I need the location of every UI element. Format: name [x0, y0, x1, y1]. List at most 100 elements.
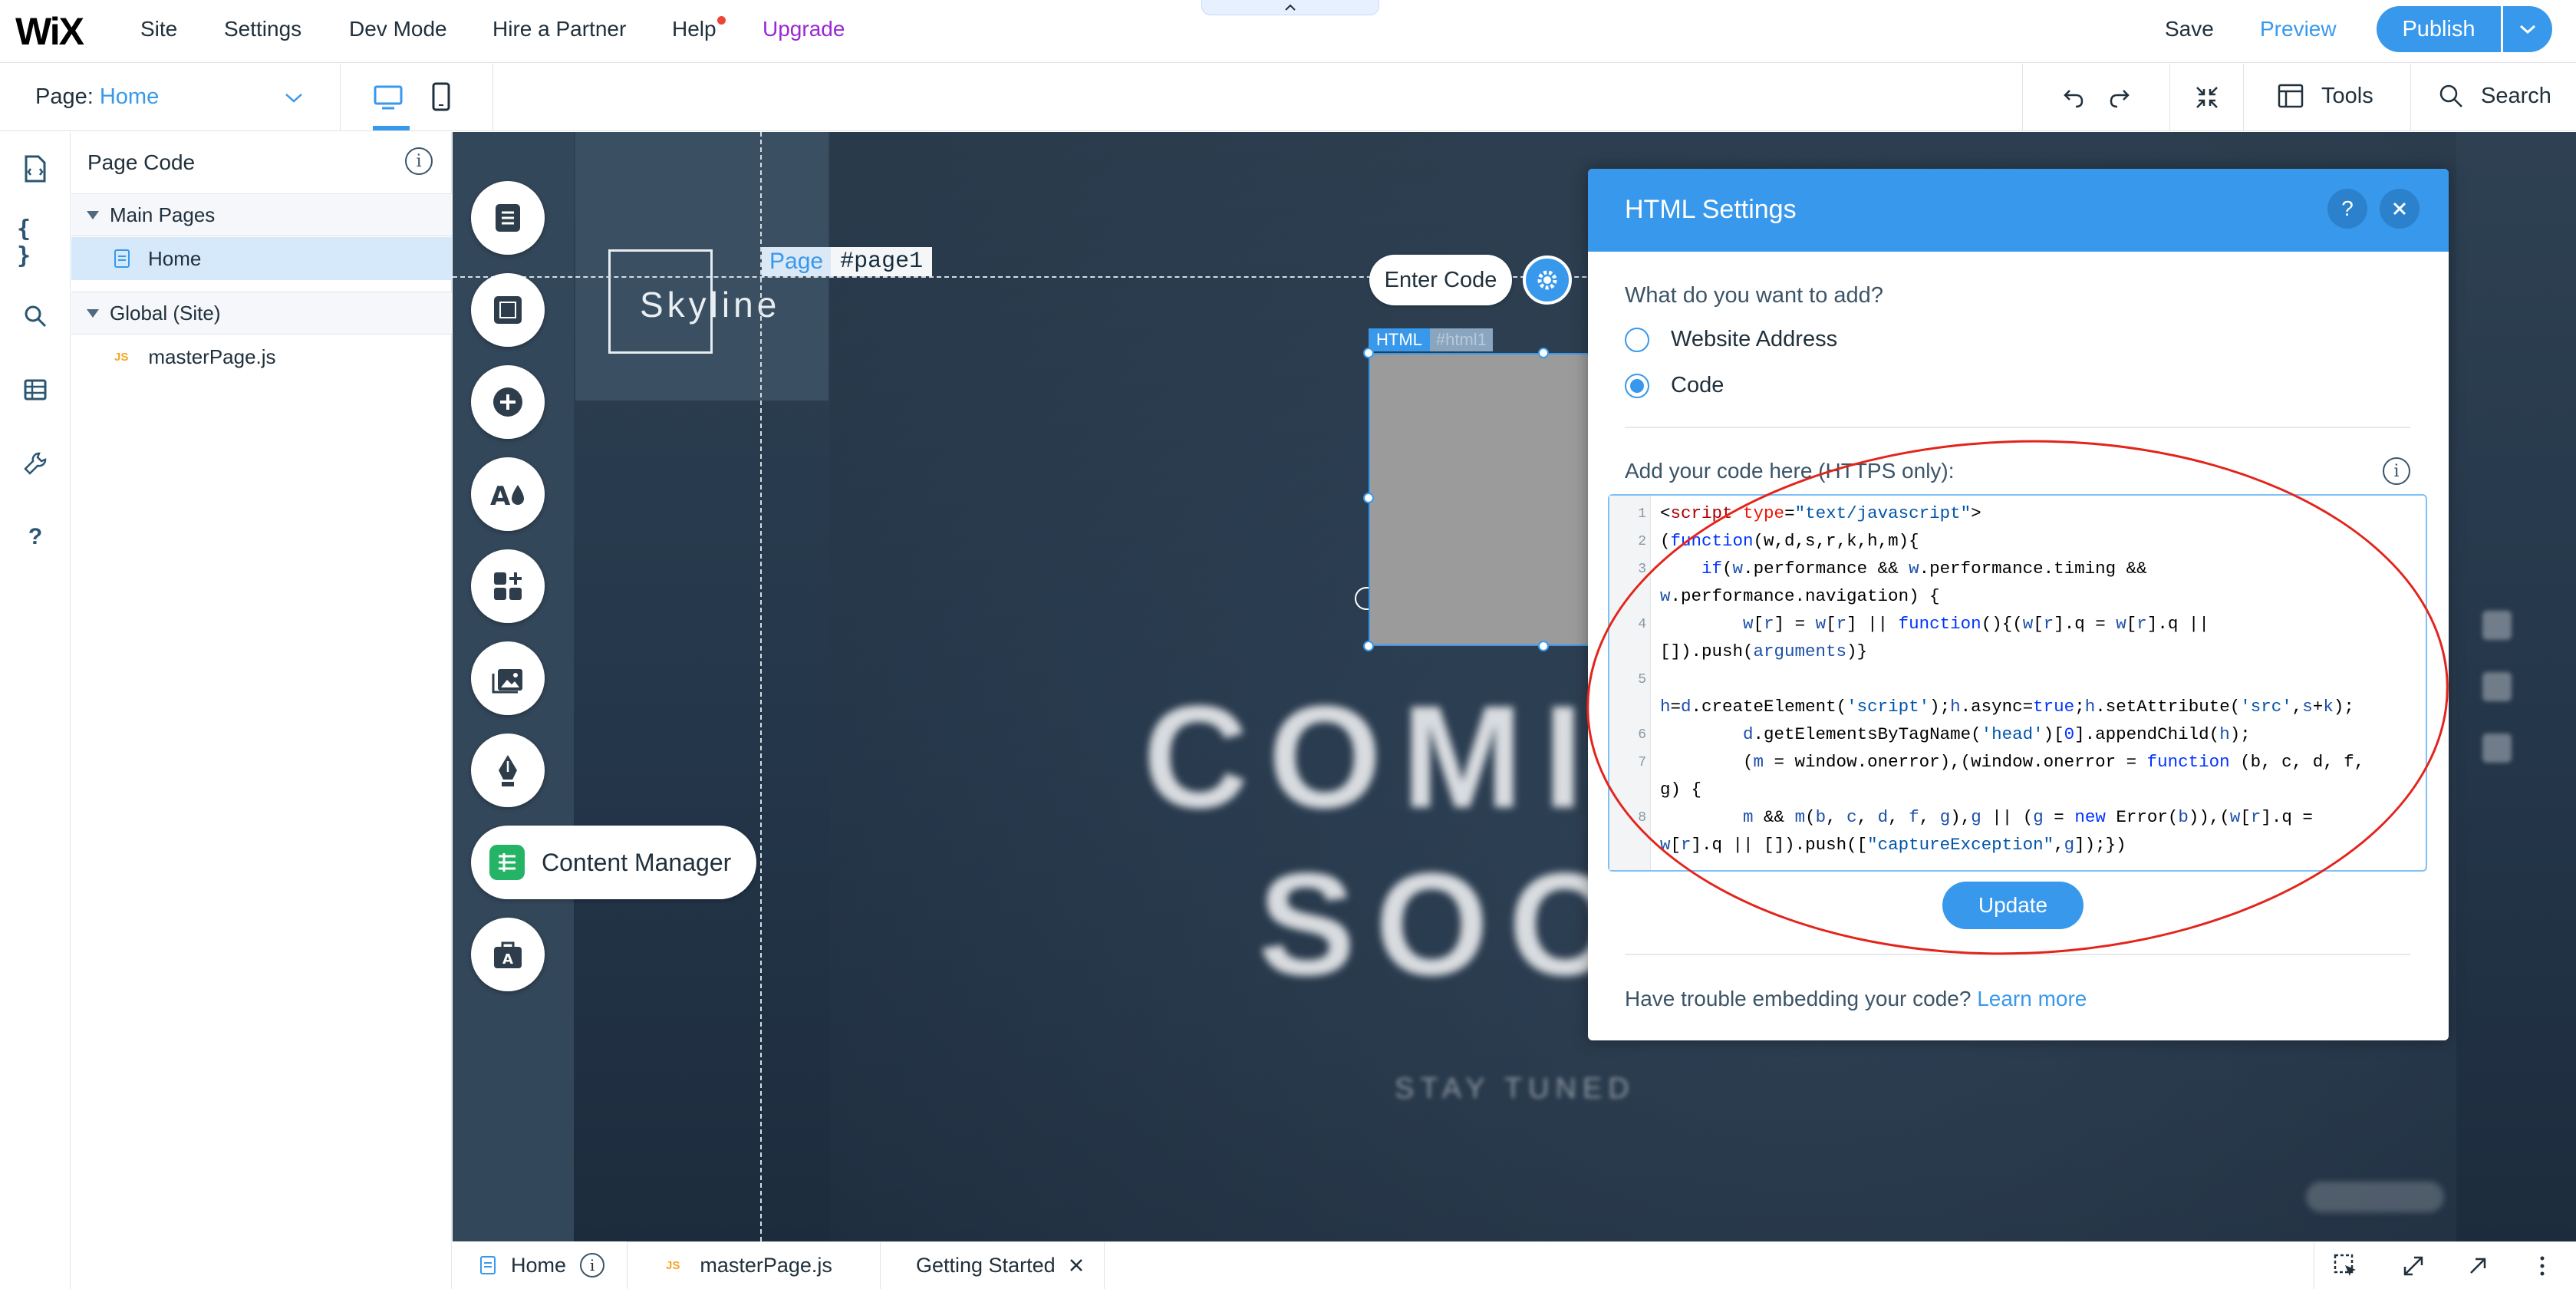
divider [2169, 64, 2170, 131]
menu-dev-mode[interactable]: Dev Mode [349, 17, 447, 41]
option-code-label: Code [1671, 373, 1724, 397]
html-embed-element[interactable] [1369, 353, 1591, 646]
radio-code[interactable] [1625, 373, 1649, 398]
tab-getting-started-label: Getting Started [916, 1253, 1056, 1277]
more-options-icon[interactable] [2528, 1252, 2556, 1280]
layout-guide [760, 132, 762, 1241]
undo-icon[interactable] [2062, 86, 2085, 109]
social-icon [2482, 672, 2512, 701]
radio-website-address[interactable] [1625, 327, 1649, 352]
page-selector-value: Home [99, 84, 160, 109]
tools-button[interactable]: Tools [2277, 83, 2373, 109]
search-label: Search [2481, 83, 2551, 108]
divider [2022, 64, 2023, 131]
hero-headline-line1[interactable]: COMI [1143, 674, 1603, 841]
tab-masterpage[interactable]: JS masterPage.js [628, 1241, 881, 1289]
active-view-indicator [373, 126, 410, 130]
business-button[interactable]: A [471, 918, 545, 991]
database-icon[interactable] [17, 371, 54, 408]
dialog-help-button[interactable]: ? [2327, 189, 2367, 229]
desktop-view-icon[interactable] [373, 84, 404, 110]
search-button[interactable]: Search [2438, 83, 2551, 109]
media-button[interactable] [471, 641, 545, 715]
zoom-out-icon[interactable] [2194, 84, 2220, 110]
dialog-title: HTML Settings [1625, 195, 1797, 224]
page-selector[interactable]: Page: Home [35, 84, 159, 110]
tab-getting-started[interactable]: Getting Started [881, 1241, 1105, 1289]
gear-icon [1537, 270, 1557, 290]
add-type-question: What do you want to add? [1625, 283, 1883, 308]
menu-site[interactable]: Site [140, 17, 177, 41]
tab-home[interactable]: Home i [453, 1241, 628, 1289]
page-selector-label: Page: [35, 84, 94, 109]
open-external-icon[interactable] [2464, 1252, 2492, 1280]
info-icon[interactable]: i [580, 1253, 605, 1277]
mobile-view-icon[interactable] [431, 81, 451, 112]
chevron-down-icon[interactable] [284, 92, 304, 104]
panel-title: Page Code [87, 150, 196, 174]
enter-code-button[interactable]: Enter Code [1369, 255, 1512, 305]
code-braces-icon[interactable]: { } [17, 216, 54, 269]
resize-handle[interactable] [1363, 348, 1374, 358]
preview-button[interactable]: Preview [2260, 17, 2337, 41]
help-footer: Have trouble embedding your code? Learn … [1625, 987, 2087, 1011]
menu-help[interactable]: Help [672, 17, 716, 41]
pages-icon [496, 204, 520, 232]
select-element-icon[interactable] [2332, 1252, 2360, 1280]
dialog-close-button[interactable] [2380, 189, 2420, 229]
wrench-icon[interactable] [17, 445, 54, 482]
collapse-toolbar-tab[interactable] [1201, 0, 1379, 15]
info-icon[interactable]: i [405, 147, 433, 175]
expand-icon[interactable] [2400, 1252, 2427, 1280]
hero-subline[interactable]: STAY TUNED [1395, 1073, 1636, 1106]
help-icon[interactable]: ? [17, 519, 54, 555]
add-button[interactable] [471, 365, 545, 439]
file-item-masterpage[interactable]: JS masterPage.js [71, 335, 452, 378]
menu-settings[interactable]: Settings [224, 17, 301, 41]
theme-button[interactable]: A [471, 457, 545, 531]
resize-handle[interactable] [1538, 641, 1549, 651]
page-icon [114, 249, 130, 268]
blog-button[interactable] [471, 734, 545, 807]
main-pages-label: Main Pages [110, 203, 216, 226]
caret-down-icon [87, 308, 99, 318]
tools-icon [2278, 84, 2304, 108]
menus-pages-button[interactable] [471, 181, 545, 255]
html-element-tag-label: HTML [1369, 328, 1430, 351]
search-code-icon[interactable] [17, 298, 54, 335]
publish-dropdown-button[interactable] [2503, 6, 2552, 52]
question-icon: ? [2341, 196, 2354, 220]
divider [2410, 64, 2411, 131]
media-icon [492, 669, 522, 694]
chat-widget [2306, 1182, 2444, 1212]
svg-text:A: A [502, 951, 513, 968]
resize-handle[interactable] [1363, 641, 1374, 651]
resize-handle[interactable] [1363, 493, 1374, 503]
wix-logo[interactable]: WiX [15, 9, 84, 54]
menu-upgrade[interactable]: Upgrade [763, 17, 845, 41]
learn-more-link[interactable]: Learn more [1977, 987, 2087, 1010]
settings-gear-button[interactable] [1523, 255, 1572, 305]
background-button[interactable] [471, 273, 545, 347]
main-pages-section[interactable]: Main Pages [71, 193, 452, 236]
publish-button[interactable]: Publish [2377, 6, 2501, 52]
file-item-home[interactable]: Home [71, 237, 452, 280]
page-tag: Page #page1 [762, 247, 933, 276]
html-element-tag: HTML #html1 [1369, 328, 1493, 351]
info-icon[interactable]: i [2383, 457, 2410, 485]
page-code-icon[interactable] [17, 150, 54, 187]
save-button[interactable]: Save [2165, 17, 2214, 41]
hero-headline-line2[interactable]: SOO [1258, 841, 1642, 1008]
caret-down-icon [87, 210, 99, 219]
menu-hire-a-partner[interactable]: Hire a Partner [492, 17, 626, 41]
resize-handle[interactable] [1538, 348, 1549, 358]
add-apps-button[interactable] [471, 549, 545, 623]
content-manager-button[interactable]: Content Manager [471, 826, 756, 899]
close-icon[interactable] [1068, 1257, 1085, 1274]
option-code[interactable]: Code [1625, 373, 1724, 398]
site-logo-text[interactable]: Skyline [640, 284, 780, 325]
option-website-address[interactable]: Website Address [1625, 327, 1837, 352]
redo-icon[interactable] [2108, 86, 2131, 109]
global-site-section[interactable]: Global (Site) [71, 292, 452, 335]
page-icon [480, 1256, 496, 1274]
